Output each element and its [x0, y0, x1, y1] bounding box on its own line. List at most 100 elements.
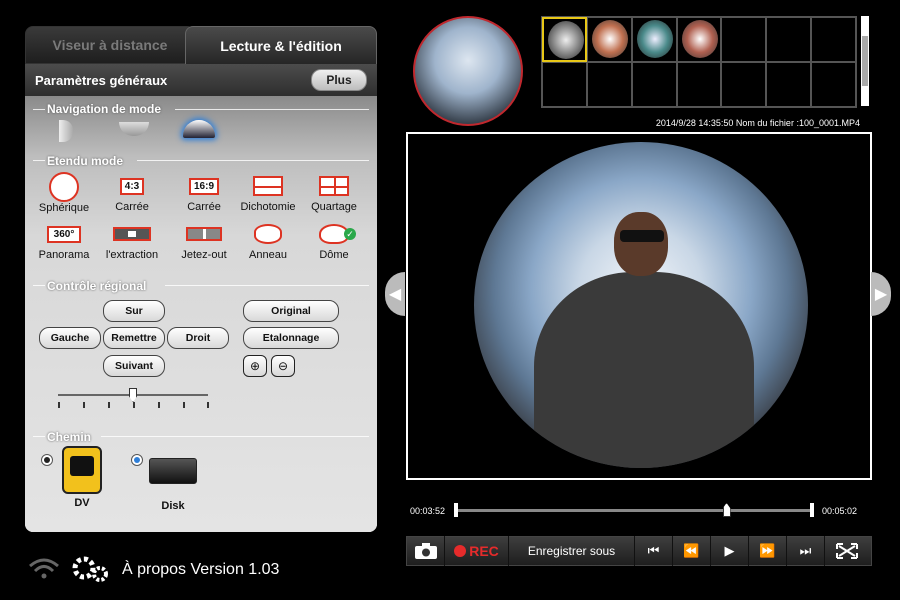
path-option-dv[interactable]: DV	[59, 446, 105, 509]
zoom-out-button[interactable]: ⊖	[271, 355, 295, 377]
mode-spherical[interactable]: Sphérique	[31, 172, 97, 214]
panel-header: Paramètres généraux Plus	[25, 64, 377, 96]
thumbnail-cell[interactable]	[586, 62, 632, 107]
about-version-link[interactable]: À propos Version 1.03	[122, 561, 279, 579]
section-divider	[33, 436, 45, 437]
thumbnail-cell[interactable]	[676, 62, 722, 107]
mode-label: Dichotomie	[240, 201, 296, 213]
tab-remote-viewer[interactable]: Viseur à distance	[25, 26, 195, 64]
zoom-out-icon: ⊖	[277, 359, 289, 373]
section-title-path: Chemin	[47, 430, 92, 444]
section-divider	[33, 109, 45, 110]
settings-gear-icon[interactable]	[70, 552, 110, 584]
record-button[interactable]: REC	[445, 536, 509, 566]
snapshot-button[interactable]	[407, 536, 445, 566]
throw-out-icon	[186, 227, 222, 241]
rewind-icon: ⏪	[683, 543, 700, 558]
play-button[interactable]: ▶	[711, 536, 749, 566]
mode-dome[interactable]: ✓ Dôme	[301, 222, 367, 261]
rewind-button[interactable]: ⏪	[673, 536, 711, 566]
mode-tabs: Viseur à distance Lecture & l'édition	[25, 26, 377, 64]
mode-label: Panorama	[38, 249, 90, 261]
video-viewer[interactable]	[406, 132, 872, 480]
zoom-slider-thumb[interactable]	[129, 388, 137, 402]
slider-tick	[83, 402, 85, 408]
mode-label: l'extraction	[105, 249, 159, 261]
slider-tick	[158, 402, 160, 408]
plus-button[interactable]: Plus	[311, 69, 367, 91]
skip-end-button[interactable]: ⏭	[787, 536, 825, 566]
path-radio-disk[interactable]	[131, 454, 143, 466]
thumbnail-cell[interactable]	[542, 62, 587, 107]
thumbnail-cell[interactable]	[721, 62, 767, 107]
trim-end-marker[interactable]	[810, 503, 814, 517]
fast-forward-icon: ⏩	[759, 543, 776, 558]
path-option-disk[interactable]: Disk	[147, 458, 199, 512]
mode-square-16-9[interactable]: 16:9 Carrée	[171, 174, 237, 213]
thumbnail-cell[interactable]	[766, 62, 812, 107]
trim-start-marker[interactable]	[454, 503, 458, 517]
wifi-icon[interactable]	[28, 556, 60, 580]
mode-quartage[interactable]: Quartage	[301, 174, 367, 213]
mode-label: Anneau	[249, 249, 287, 261]
nav-mode-desk-icon[interactable]	[183, 120, 215, 138]
ring-icon	[254, 224, 282, 244]
file-info: 2014/9/28 14:35:50 Nom du fichier :100_0…	[655, 118, 860, 128]
mode-extraction[interactable]: l'extraction	[99, 222, 165, 261]
nav-mode-wall-icon[interactable]	[59, 120, 73, 142]
path-radio-dv[interactable]	[41, 454, 53, 466]
save-as-button[interactable]: Enregistrer sous	[509, 536, 635, 566]
section-title-navigation: Navigation de mode	[47, 102, 162, 116]
camera-icon	[414, 543, 437, 559]
thumbnail-scrollbar[interactable]	[861, 16, 869, 106]
scrollbar-thumb[interactable]	[862, 36, 868, 86]
mode-label: Carrée	[115, 201, 149, 213]
hard-disk-icon	[149, 458, 197, 484]
fullscreen-icon	[836, 543, 858, 559]
section-divider	[33, 160, 45, 161]
tab-playback-edit[interactable]: Lecture & l'édition	[185, 26, 377, 64]
current-preview-thumbnail[interactable]	[413, 16, 523, 126]
reset-button[interactable]: Remettre	[103, 327, 165, 349]
thumbnail-cell[interactable]	[721, 17, 767, 62]
skip-start-button[interactable]: ⏮	[635, 536, 673, 566]
thumbnail-cell[interactable]	[586, 17, 632, 62]
skip-forward-icon: ⏭	[799, 543, 812, 558]
left-button[interactable]: Gauche	[39, 327, 101, 349]
thumbnail-cell[interactable]	[811, 62, 856, 107]
seek-thumb[interactable]	[722, 503, 731, 517]
zoom-in-button[interactable]: ⊕	[243, 355, 267, 377]
mode-ring[interactable]: Anneau	[235, 222, 301, 261]
frame-sunglasses	[620, 230, 664, 242]
thumbnail-cell[interactable]	[676, 17, 722, 62]
slider-tick	[207, 402, 209, 408]
thumbnail-cell[interactable]	[766, 17, 812, 62]
thumbnail-cell[interactable]	[542, 17, 587, 62]
mode-label: Quartage	[311, 201, 357, 213]
previous-arrow-button[interactable]: ◀	[385, 272, 405, 316]
nav-mode-ceiling-icon[interactable]	[119, 122, 149, 136]
slider-tick	[58, 402, 60, 408]
thumbnail-cell[interactable]	[631, 17, 677, 62]
chevron-left-icon: ◀	[388, 286, 402, 303]
mode-dichotomy[interactable]: Dichotomie	[235, 174, 301, 213]
mode-throw-out[interactable]: Jetez-out	[171, 222, 237, 261]
up-button[interactable]: Sur	[103, 300, 165, 322]
section-divider	[165, 285, 369, 286]
mode-square-4-3[interactable]: 4:3 Carrée	[99, 174, 165, 213]
calibration-button[interactable]: Etalonnage	[243, 327, 339, 349]
panel-body: Navigation de mode Etendu mode Sphérique…	[25, 96, 377, 532]
mode-panorama[interactable]: 360° Panorama	[31, 222, 97, 261]
thumbnail-cell[interactable]	[631, 62, 677, 107]
fast-forward-button[interactable]: ⏩	[749, 536, 787, 566]
right-button[interactable]: Droit	[167, 327, 229, 349]
section-divider	[137, 160, 369, 161]
thumbnail-cell[interactable]	[811, 17, 856, 62]
seek-bar[interactable]	[454, 503, 814, 517]
down-button[interactable]: Suivant	[103, 355, 165, 377]
fullscreen-button[interactable]	[825, 536, 869, 566]
original-button[interactable]: Original	[243, 300, 339, 322]
next-arrow-button[interactable]: ▶	[871, 272, 891, 316]
record-icon	[454, 545, 467, 557]
mode-label: Sphérique	[38, 202, 90, 214]
